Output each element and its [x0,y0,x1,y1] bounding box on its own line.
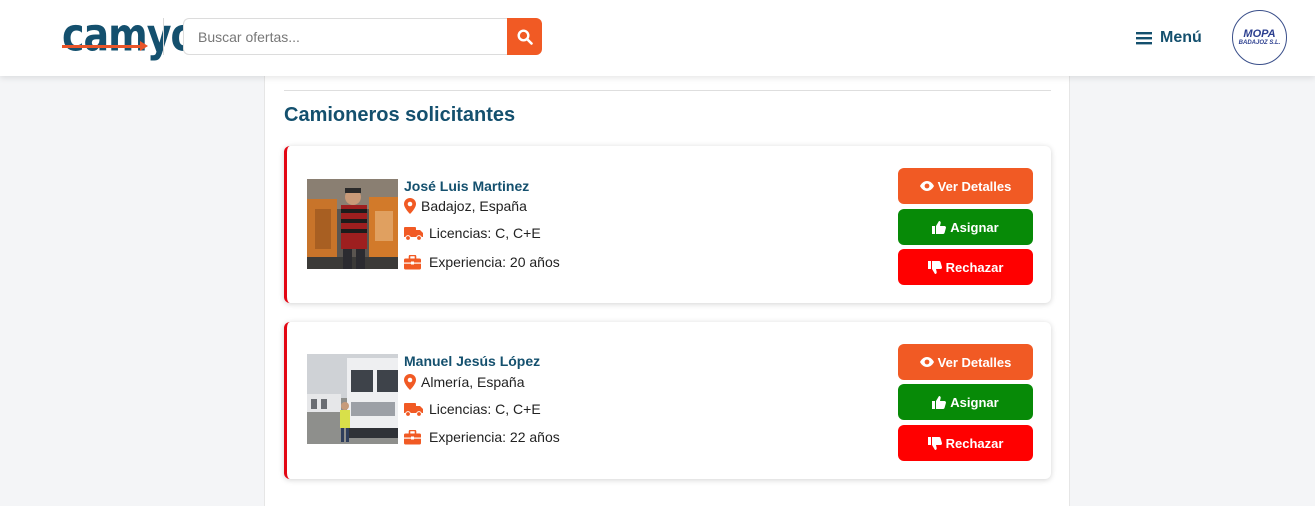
view-details-label: Ver Detalles [937,354,1012,370]
company-avatar[interactable]: MOPA BADAJOZ S.L. [1232,10,1287,65]
thumbs-up-icon [932,395,947,409]
search-button[interactable] [507,18,542,55]
applicant-location: Almería, España [404,374,525,390]
location-pin-icon [404,198,416,214]
experience-text: Experiencia: 22 años [429,429,560,445]
view-details-button[interactable]: Ver Detalles [898,168,1033,204]
applicant-name[interactable]: José Luis Martinez [404,178,529,194]
briefcase-icon [404,254,421,270]
eye-icon [919,357,934,367]
experience-text: Experiencia: 20 años [429,254,560,270]
location-pin-icon [404,374,416,390]
applicant-name[interactable]: Manuel Jesús López [404,353,540,369]
location-text: Badajoz, España [421,198,527,214]
licenses-text: Licencias: C, C+E [429,401,541,417]
header-divider [163,18,164,55]
view-details-button[interactable]: Ver Detalles [898,344,1033,380]
camyo-logo[interactable]: camyo [62,12,197,62]
top-header: camyo Menú MOPA BADAJOZ S.L. [0,0,1315,76]
applicant-photo [307,354,398,444]
thumbs-down-icon [927,260,942,274]
reject-button[interactable]: Rechazar [898,249,1033,285]
applicant-card: José Luis Martinez Badajoz, España Licen… [284,146,1051,303]
reject-button[interactable]: Rechazar [898,425,1033,461]
page-title: Camioneros solicitantes [284,104,516,126]
eye-icon [919,181,934,191]
section-divider [284,90,1051,91]
company-logo-subtitle: BADAJOZ S.L. [1238,39,1281,46]
location-text: Almería, España [421,374,525,390]
search-input[interactable] [183,18,508,55]
thumbs-down-icon [927,436,942,450]
applicant-experience: Experiencia: 22 años [404,429,560,445]
company-logo-name: MOPA [1243,27,1276,40]
reject-label: Rechazar [945,435,1004,451]
applicant-card: Manuel Jesús López Almería, España Licen… [284,322,1051,479]
applicant-location: Badajoz, España [404,198,527,214]
assign-button[interactable]: Asignar [898,209,1033,245]
applicant-experience: Experiencia: 20 años [404,254,560,270]
applicant-photo [307,179,398,269]
assign-label: Asignar [950,394,999,410]
view-details-label: Ver Detalles [937,178,1012,194]
thumbs-up-icon [932,220,947,234]
search-bar [183,18,542,55]
assign-button[interactable]: Asignar [898,384,1033,420]
reject-label: Rechazar [945,259,1004,275]
menu-button[interactable]: Menú [1136,27,1202,49]
licenses-text: Licencias: C, C+E [429,225,541,241]
truck-icon [404,402,424,417]
menu-label: Menú [1160,29,1202,46]
applicant-licenses: Licencias: C, C+E [404,401,541,417]
assign-label: Asignar [950,219,999,235]
logo-arrow-line [62,45,142,48]
truck-icon [404,226,424,241]
hamburger-icon [1136,32,1152,45]
logo-wordmark: camyo [62,8,197,62]
logo-arrow-head [140,41,148,51]
search-icon [516,28,533,45]
applicant-licenses: Licencias: C, C+E [404,225,541,241]
briefcase-icon [404,429,421,445]
